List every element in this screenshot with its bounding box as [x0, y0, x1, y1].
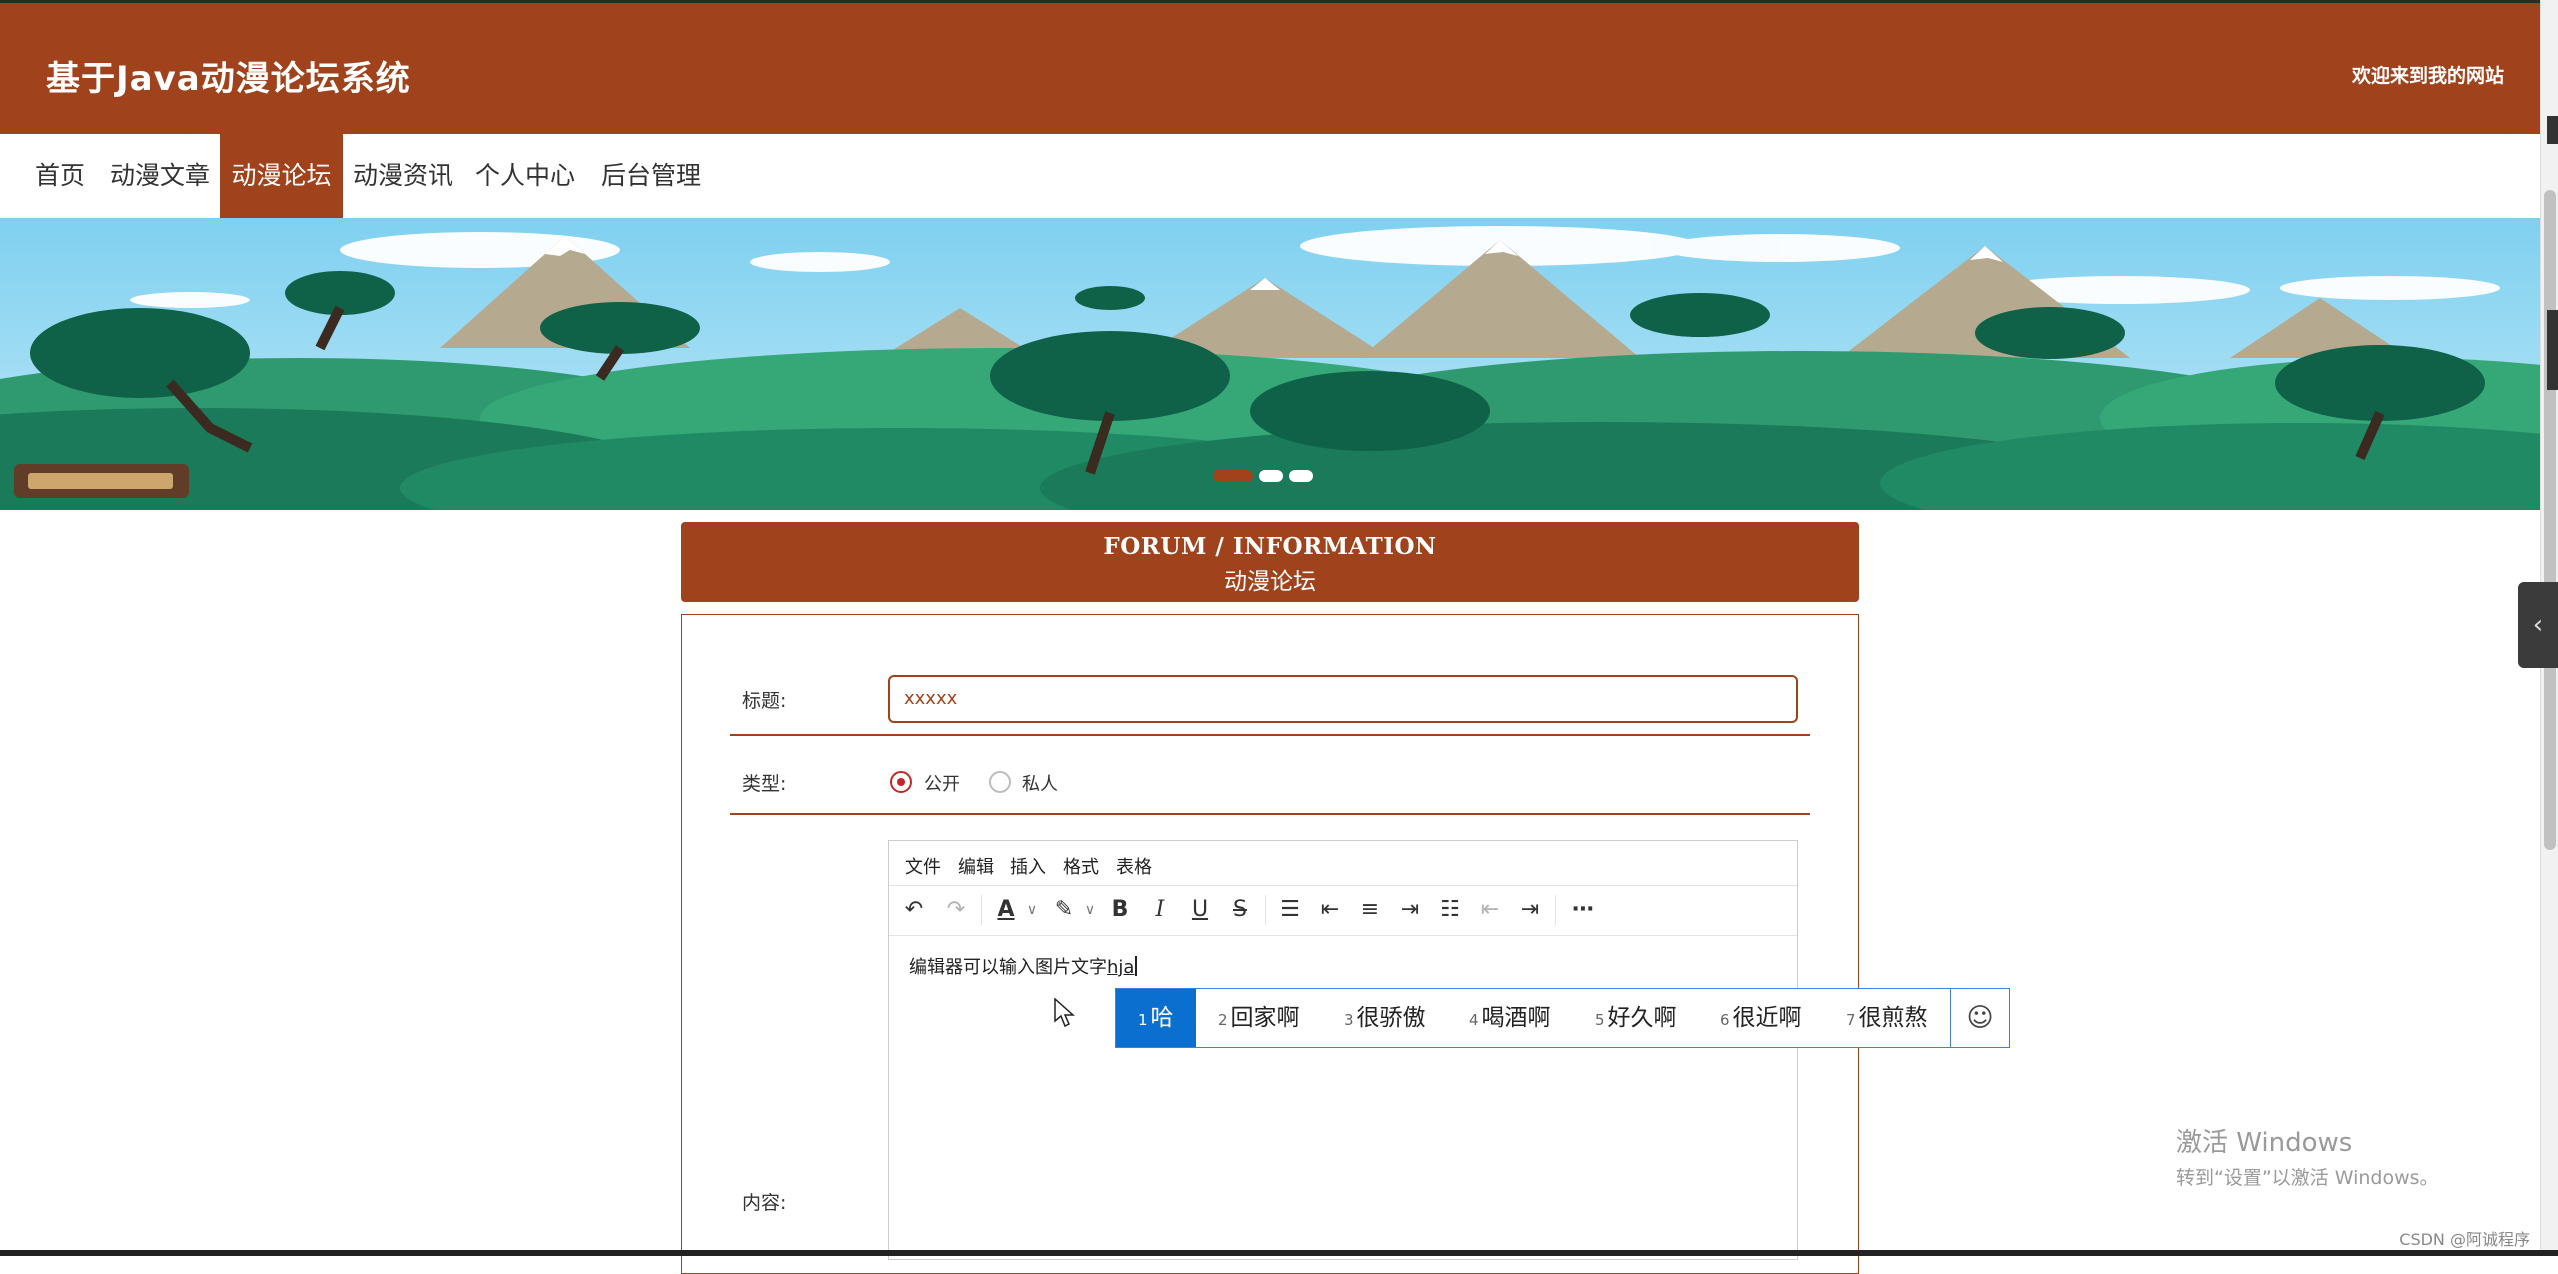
- section-title-en: FORUM / INFORMATION: [1103, 533, 1437, 560]
- activation-title: 激活 Windows: [2176, 1128, 2353, 1158]
- list-icon[interactable]: ☰: [1273, 893, 1307, 927]
- watermark: CSDN @阿诚程序: [2399, 1230, 2530, 1249]
- banner-landscape-image: [0, 218, 2540, 510]
- side-marker: [2547, 116, 2558, 144]
- content-label: 内容:: [742, 1192, 787, 1214]
- windows-activation-notice: 激活 Windows 转到“设置”以激活 Windows。: [2176, 1122, 2439, 1190]
- ime-composition-text: hja: [1107, 957, 1135, 978]
- type-public-label[interactable]: 公开: [924, 770, 960, 796]
- type-private-radio[interactable]: [989, 771, 1011, 793]
- menu-table[interactable]: 表格: [1116, 853, 1152, 879]
- banner-carousel[interactable]: [0, 218, 2540, 510]
- underline-icon[interactable]: U: [1183, 893, 1217, 927]
- nav-item-home[interactable]: 首页: [20, 134, 100, 218]
- title-label: 标题:: [742, 690, 787, 712]
- nav-item-articles[interactable]: 动漫文章: [100, 134, 220, 218]
- carousel-dot[interactable]: [1259, 470, 1283, 482]
- text-color-icon[interactable]: A: [989, 893, 1023, 927]
- ime-candidate[interactable]: 7 很煎熬: [1846, 989, 1928, 1047]
- site-title: 基于Java动漫论坛系统: [46, 59, 411, 99]
- carousel-dot[interactable]: [1213, 470, 1253, 482]
- redo-icon[interactable]: ↷: [939, 893, 973, 927]
- ime-candidate[interactable]: 3 很骄傲: [1344, 989, 1426, 1047]
- editor-content[interactable]: 编辑器可以输入图片文字hja: [909, 953, 1138, 979]
- ime-candidate[interactable]: 6 很近啊: [1720, 989, 1802, 1047]
- text-caret: [1135, 956, 1138, 976]
- strikethrough-icon[interactable]: S: [1223, 893, 1257, 927]
- highlight-icon[interactable]: ✎: [1047, 893, 1081, 927]
- bottom-edge: [0, 1250, 2558, 1256]
- rich-text-editor: 文件 编辑 插入 格式 表格 ↶ ↷ A ∨ ✎ ∨ B I U S ☰ ⇤ ≡…: [888, 840, 1798, 1260]
- ime-candidate-window: 1哈 2 回家啊 3 很骄傲 4 喝酒啊 5 好久啊 6 很近啊 7 很煎熬 ☺: [1115, 988, 2010, 1048]
- nav-item-forum[interactable]: 动漫论坛: [220, 134, 343, 218]
- editor-text: 编辑器可以输入图片文字: [909, 957, 1107, 978]
- welcome-text: 欢迎来到我的网站: [2351, 65, 2504, 87]
- scrollbar-thumb[interactable]: [2544, 190, 2556, 850]
- divider: [730, 734, 1810, 736]
- align-left-icon[interactable]: ⇤: [1313, 893, 1347, 927]
- undo-icon[interactable]: ↶: [897, 893, 931, 927]
- type-public-radio[interactable]: [890, 771, 912, 793]
- align-justify-icon[interactable]: ☷: [1433, 893, 1467, 927]
- carousel-dots: [1213, 470, 1313, 486]
- ime-candidate[interactable]: 2 回家啊: [1218, 989, 1300, 1047]
- nav-item-profile[interactable]: 个人中心: [463, 134, 587, 218]
- ime-candidate[interactable]: 1哈: [1116, 989, 1196, 1047]
- editor-menubar: 文件 编辑 插入 格式 表格: [889, 841, 1797, 886]
- nav-item-admin[interactable]: 后台管理: [587, 134, 715, 218]
- collapse-sidebar-button[interactable]: ‹: [2518, 582, 2558, 668]
- ime-candidate[interactable]: 4 喝酒啊: [1469, 989, 1551, 1047]
- side-marker: [2547, 310, 2558, 390]
- type-private-label[interactable]: 私人: [1022, 770, 1058, 796]
- divider: [730, 813, 1810, 815]
- ime-candidate[interactable]: 5 好久啊: [1595, 989, 1677, 1047]
- align-right-icon[interactable]: ⇥: [1393, 893, 1427, 927]
- more-icon[interactable]: ⋯: [1563, 893, 1603, 927]
- section-heading: FORUM / INFORMATION 动漫论坛: [681, 522, 1859, 602]
- banner-logo: [14, 464, 189, 498]
- toolbar-separator: [1555, 895, 1556, 925]
- menu-insert[interactable]: 插入: [1010, 853, 1046, 879]
- main-nav: 首页 动漫文章 动漫论坛 动漫资讯 个人中心 后台管理: [0, 134, 2540, 218]
- chevron-down-icon[interactable]: ∨: [1081, 893, 1099, 927]
- outdent-icon[interactable]: ⇤: [1473, 893, 1507, 927]
- site-header: 基于Java动漫论坛系统 欢迎来到我的网站: [0, 0, 2540, 134]
- align-center-icon[interactable]: ≡: [1353, 893, 1387, 927]
- title-input[interactable]: xxxxx: [888, 675, 1798, 723]
- carousel-dot[interactable]: [1289, 470, 1313, 482]
- activation-subtitle: 转到“设置”以激活 Windows。: [2176, 1167, 2439, 1189]
- chevron-down-icon[interactable]: ∨: [1023, 893, 1041, 927]
- type-label: 类型:: [742, 773, 787, 795]
- italic-icon[interactable]: I: [1143, 893, 1177, 927]
- toolbar-separator: [1265, 895, 1266, 925]
- emoji-icon[interactable]: ☺: [1950, 989, 2009, 1047]
- indent-icon[interactable]: ⇥: [1513, 893, 1547, 927]
- mouse-cursor-icon: [1054, 998, 1075, 1028]
- menu-format[interactable]: 格式: [1063, 853, 1099, 879]
- toolbar-separator: [981, 895, 982, 925]
- menu-file[interactable]: 文件: [905, 853, 941, 879]
- section-title-cn: 动漫论坛: [1224, 569, 1316, 595]
- editor-toolbar: ↶ ↷ A ∨ ✎ ∨ B I U S ☰ ⇤ ≡ ⇥ ☷ ⇤ ⇥ ⋯: [889, 885, 1797, 936]
- menu-edit[interactable]: 编辑: [958, 853, 994, 879]
- chevron-left-icon: ‹: [2532, 610, 2544, 640]
- bold-icon[interactable]: B: [1103, 893, 1137, 927]
- nav-item-news[interactable]: 动漫资讯: [343, 134, 463, 218]
